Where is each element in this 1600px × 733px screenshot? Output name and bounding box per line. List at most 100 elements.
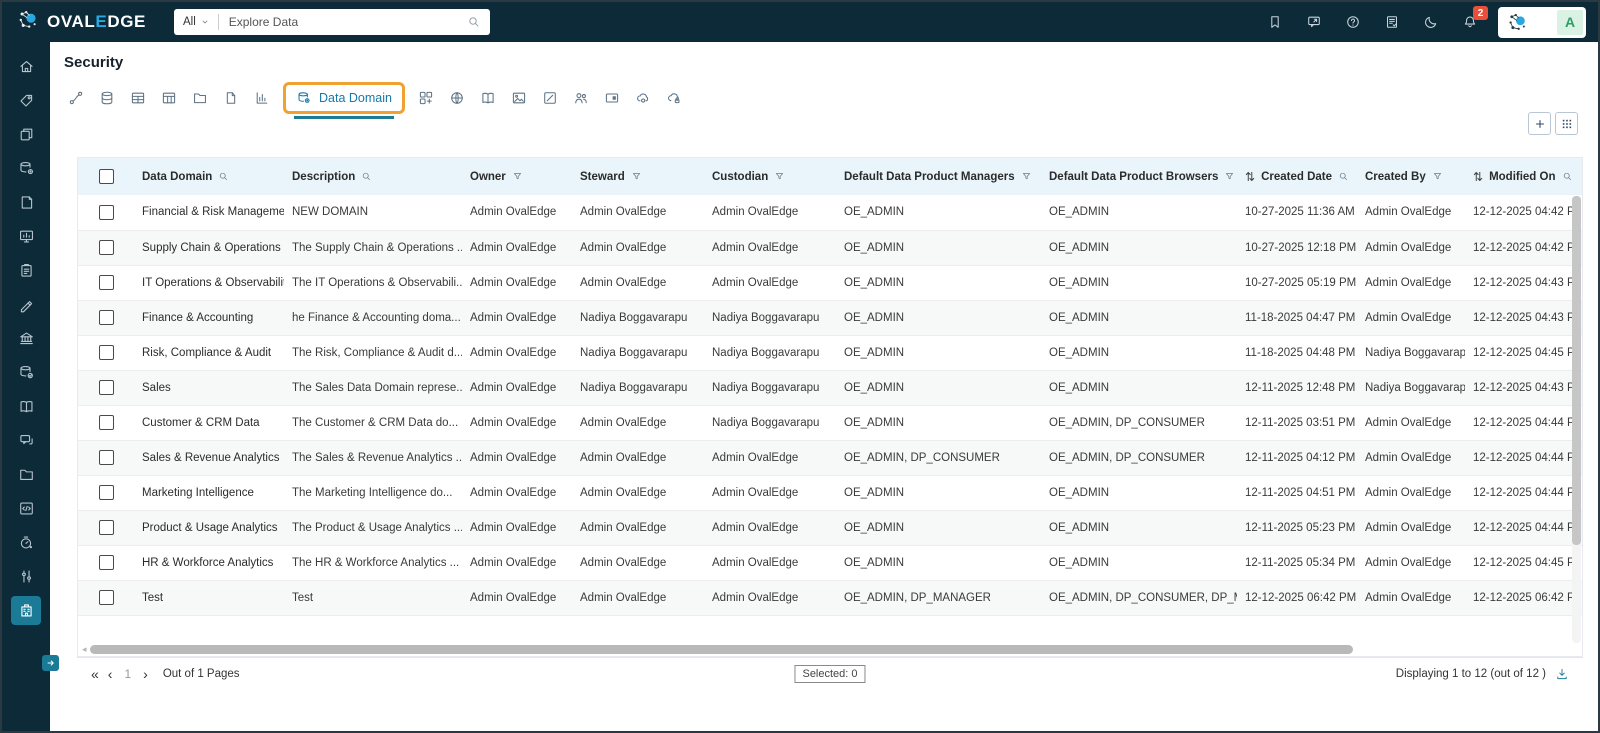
row-checkbox[interactable] [98, 310, 114, 325]
sidebar-item-tools[interactable] [11, 562, 41, 591]
row-select-cell[interactable] [78, 300, 134, 336]
column-header-steward[interactable]: Steward [572, 158, 704, 195]
download-icon[interactable] [1555, 667, 1569, 681]
cell-data-domain[interactable]: Finance & Accounting [134, 300, 284, 336]
brand-logo[interactable]: OVALEDGE [16, 8, 146, 37]
tab-open-book[interactable] [473, 90, 504, 106]
cell-data-domain[interactable]: Financial & Risk Management [134, 195, 284, 231]
release-notes-icon[interactable] [1306, 14, 1322, 30]
row-select-cell[interactable] [78, 335, 134, 371]
tab-cloud-link[interactable] [628, 90, 659, 106]
column-header-owner[interactable]: Owner [462, 158, 572, 195]
tab-data-domain[interactable]: Data Domain [283, 82, 405, 119]
cell-data-domain[interactable]: Customer & CRM Data [134, 405, 284, 441]
sidebar-item-database-check[interactable] [11, 358, 41, 387]
cell-data-domain[interactable]: Risk, Compliance & Audit [134, 335, 284, 371]
cell-data-domain[interactable]: Test [134, 580, 284, 616]
row-checkbox[interactable] [98, 590, 114, 605]
sidebar-item-report-monitor[interactable] [11, 222, 41, 251]
column-header-custodian[interactable]: Custodian [704, 158, 836, 195]
horizontal-scrollbar[interactable]: ◂ [82, 645, 1568, 654]
row-checkbox[interactable] [98, 204, 114, 220]
sidebar-item-code[interactable] [11, 494, 41, 523]
tab-note[interactable] [535, 90, 566, 106]
select-all-checkbox[interactable] [98, 169, 114, 184]
tab-cloud-lock[interactable] [659, 90, 690, 106]
column-header-created-date[interactable]: ⇅ Created Date [1237, 158, 1357, 195]
sidebar-expand-button[interactable] [42, 655, 59, 671]
prev-page-button[interactable]: ‹ [108, 667, 113, 681]
vertical-scrollbar[interactable] [1572, 196, 1581, 643]
tab-file[interactable] [215, 90, 246, 106]
first-page-button[interactable]: « [91, 667, 99, 681]
column-header-modified-on[interactable]: ⇅ Modified On [1465, 158, 1582, 195]
column-header-default-data-product-browsers[interactable]: Default Data Product Browsers [1041, 158, 1237, 195]
tab-database[interactable] [91, 90, 122, 106]
row-select-cell[interactable] [78, 510, 134, 546]
vertical-scrollbar-thumb[interactable] [1572, 196, 1581, 545]
current-page[interactable]: 1 [121, 667, 134, 681]
cell-data-domain[interactable]: HR & Workforce Analytics [134, 545, 284, 581]
sort-icon[interactable]: ⇅ [1473, 170, 1483, 184]
add-button[interactable] [1528, 112, 1551, 135]
row-select-cell[interactable] [78, 475, 134, 511]
row-checkbox[interactable] [98, 520, 114, 535]
cell-data-domain[interactable]: IT Operations & Observability [134, 265, 284, 301]
sidebar-item-notebook[interactable] [11, 188, 41, 217]
tab-grid-plus[interactable] [411, 90, 442, 106]
sidebar-item-book[interactable] [11, 392, 41, 421]
sidebar-item-security-building[interactable] [11, 596, 41, 625]
tab-lineage[interactable] [60, 90, 91, 106]
row-select-cell[interactable] [78, 405, 134, 441]
sidebar-item-timer[interactable] [11, 528, 41, 557]
sidebar-item-signature-pen[interactable] [11, 290, 41, 319]
tab-card[interactable] [597, 90, 628, 106]
column-header-description[interactable]: Description [284, 158, 462, 195]
row-checkbox[interactable] [98, 240, 114, 255]
sidebar-item-chat[interactable] [11, 426, 41, 455]
row-select-cell[interactable] [78, 440, 134, 476]
sidebar-item-tags[interactable] [11, 86, 41, 115]
row-select-cell[interactable] [78, 580, 134, 616]
column-settings-button[interactable] [1555, 112, 1578, 135]
cell-data-domain[interactable]: Supply Chain & Operations [134, 230, 284, 266]
sidebar-item-folder[interactable] [11, 460, 41, 489]
scroll-left-arrow-icon[interactable]: ◂ [82, 645, 87, 654]
column-header-data-domain[interactable]: Data Domain [134, 158, 284, 195]
row-checkbox[interactable] [98, 485, 114, 500]
cell-data-domain[interactable]: Sales [134, 370, 284, 406]
sidebar-item-home[interactable] [11, 52, 41, 81]
sidebar-item-database-gear[interactable] [11, 154, 41, 183]
tab-table[interactable] [122, 90, 153, 106]
next-page-button[interactable]: › [143, 667, 148, 681]
tab-globe[interactable] [442, 90, 473, 106]
tab-chart[interactable] [246, 90, 277, 106]
search-scope-dropdown[interactable]: All [174, 14, 219, 30]
cell-data-domain[interactable]: Marketing Intelligence [134, 475, 284, 511]
row-select-cell[interactable] [78, 230, 134, 266]
sidebar-item-clipboard[interactable] [11, 256, 41, 285]
select-all-header[interactable] [78, 158, 134, 195]
cell-data-domain[interactable]: Product & Usage Analytics [134, 510, 284, 546]
search-input[interactable] [218, 15, 467, 29]
row-select-cell[interactable] [78, 195, 134, 231]
avatar[interactable]: A [1557, 9, 1583, 35]
tab-users[interactable] [566, 90, 597, 106]
horizontal-scrollbar-thumb[interactable] [89, 645, 1353, 654]
notifications-bell-icon[interactable]: 2 [1462, 6, 1488, 30]
help-icon[interactable] [1345, 14, 1361, 30]
sort-icon[interactable]: ⇅ [1245, 170, 1255, 184]
row-checkbox[interactable] [98, 415, 114, 430]
column-header-default-data-product-managers[interactable]: Default Data Product Managers [836, 158, 1041, 195]
bookmark-icon[interactable] [1267, 14, 1283, 30]
profile-box[interactable]: A [1498, 6, 1586, 38]
tab-image[interactable] [504, 90, 535, 106]
theme-moon-icon[interactable] [1423, 14, 1439, 30]
row-checkbox[interactable] [98, 380, 114, 395]
cell-data-domain[interactable]: Sales & Revenue Analytics [134, 440, 284, 476]
sidebar-item-copy-pages[interactable] [11, 120, 41, 149]
tab-table-columns[interactable] [153, 90, 184, 106]
row-checkbox[interactable] [98, 275, 114, 290]
column-header-created-by[interactable]: Created By [1357, 158, 1465, 195]
docs-icon[interactable] [1384, 14, 1400, 30]
